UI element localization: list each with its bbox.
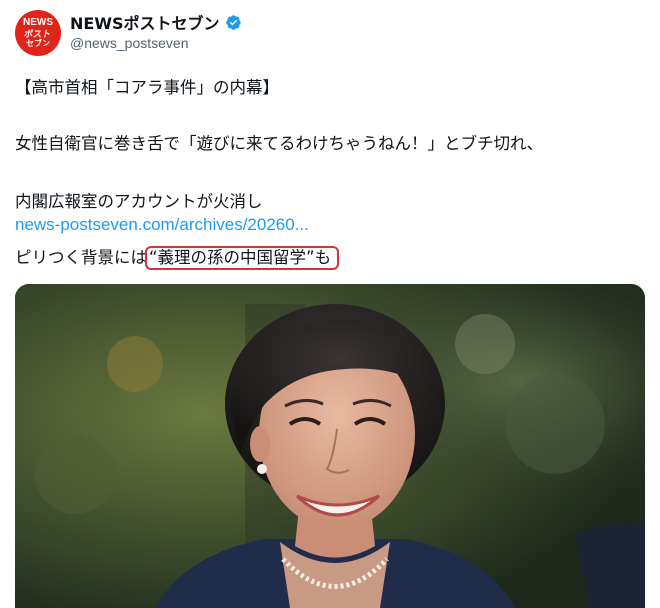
article-link[interactable]: news-postseven.com/archives/20260... — [15, 215, 309, 235]
highlighted-phrase-text: “義理の孫の中国留学” — [149, 248, 315, 267]
handle[interactable]: @news_postseven — [70, 35, 189, 51]
author-name-row: NEWSポストセブン — [70, 11, 242, 33]
tweet-line-quote: 女性自衛官に巻き舌で「遊びに来てるわけちゃうねん！」とブチ切れ、 — [15, 134, 544, 153]
avatar[interactable]: NEWS ポスト セブン — [15, 10, 61, 56]
tweet-line-background: ピリつく背景には “義理の孫の中国留学”も — [15, 244, 340, 270]
background-suffix: も — [314, 248, 332, 267]
tweet-photo[interactable] — [15, 284, 645, 608]
avatar-text-seven: セブン — [26, 39, 50, 48]
verified-badge-icon — [225, 14, 241, 30]
tweet-line-headline: 【高市首相「コアラ事件」の内幕】 — [15, 78, 279, 97]
highlighted-phrase: “義理の孫の中国留学”も — [145, 246, 340, 270]
tweet-line-account: 内閣広報室のアカウントが火消し — [15, 192, 263, 211]
background-prefix: ピリつく背景には — [15, 248, 147, 267]
display-name[interactable]: NEWSポストセブン — [70, 10, 220, 34]
avatar-text-news: NEWS — [23, 17, 53, 28]
photo-icon — [15, 284, 645, 608]
avatar-text-post: ポスト — [23, 29, 53, 39]
